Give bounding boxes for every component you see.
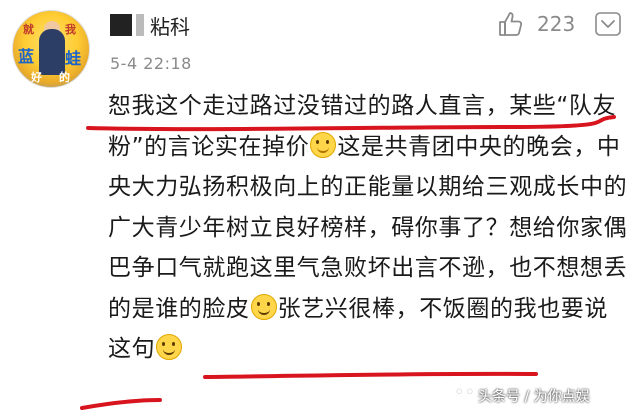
more-options-button[interactable]	[595, 12, 621, 40]
smile-emoji-icon	[250, 293, 277, 320]
smile-emoji-icon	[156, 334, 183, 360]
avatar-text: 我	[65, 23, 76, 36]
chevron-down-box-icon	[595, 12, 621, 36]
redaction-block	[110, 14, 132, 36]
redaction-block	[136, 14, 144, 36]
user-avatar[interactable]: 就 我 蓝 蛙 好 的	[12, 10, 90, 88]
like-count: 223	[537, 12, 576, 36]
avatar-text: 好	[31, 71, 42, 84]
comment-segment: 这是共青团中央的晚会，中央大力弘扬积极向上的正能量以期给三观成长中的广大青少年树…	[108, 133, 628, 322]
avatar-text: 蓝	[18, 47, 35, 66]
avatar-text: 的	[59, 71, 70, 84]
watermark-logo-icon: ◦◦◦	[454, 382, 486, 403]
watermark: 头条号 / 为你点娱	[478, 389, 590, 405]
username[interactable]: 粘科	[150, 11, 190, 40]
comment-timestamp: 5-4 22:18	[110, 54, 192, 73]
ok-hand-emoji-icon	[310, 131, 337, 158]
avatar-text: 就	[23, 23, 34, 36]
avatar-text: 蛙	[65, 49, 82, 68]
like-button[interactable]: 223	[497, 10, 575, 38]
thumbs-up-icon	[499, 12, 523, 36]
comment-text: 恕我这个走过路过没错过的路人直言，某些“队友粉”的言论实在掉价 这是共青团中央的晚…	[108, 86, 628, 370]
username-row[interactable]: 粘科	[110, 11, 190, 40]
